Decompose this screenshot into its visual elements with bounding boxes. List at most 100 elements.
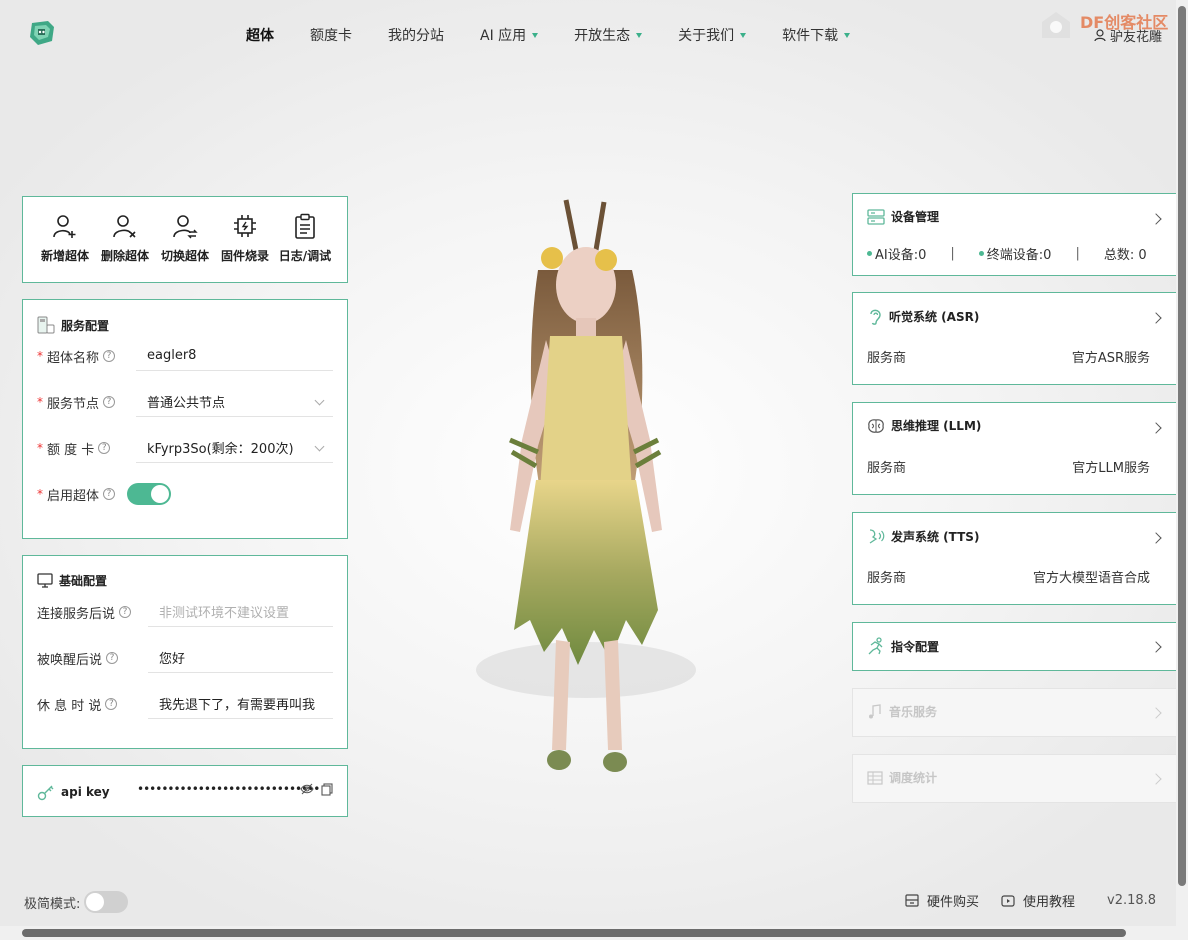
tutorial-link[interactable]: 使用教程 — [1001, 891, 1075, 910]
chevron-right-icon — [1150, 213, 1162, 225]
user-menu[interactable]: 驴友花雕 — [1094, 26, 1162, 45]
dispatch-stats-card: 调度统计 — [852, 754, 1176, 803]
eye-hidden-icon[interactable] — [300, 783, 314, 795]
chevron-right-icon — [1150, 641, 1162, 653]
help-icon[interactable]: ? — [106, 652, 119, 664]
quota-card-field-row: * 额 度 卡? kFyrp3So(剩余：200次) — [37, 433, 333, 463]
api-key-value: •••••••••••••••••••••••••••••• — [137, 782, 320, 796]
chevron-right-icon — [1150, 707, 1162, 719]
monitor-icon — [37, 573, 53, 588]
rest-message-input[interactable]: 我先退下了，有需要再叫我 — [148, 689, 333, 719]
nav-item-open-ecosystem[interactable]: 开放生态 — [574, 25, 643, 45]
switch-chaoti-button[interactable]: 切换超体 — [155, 213, 215, 282]
node-field-row: * 服务节点? 普通公共节点 — [37, 387, 333, 417]
chip-icon — [234, 215, 256, 237]
help-icon[interactable]: ? — [103, 396, 116, 408]
clipboard-icon — [295, 213, 315, 239]
enable-chaoti-toggle[interactable] — [127, 483, 172, 505]
user-switch-icon — [173, 215, 198, 239]
voice-icon — [869, 529, 885, 544]
nav-item-software-download[interactable]: 软件下载 — [782, 25, 851, 45]
minimal-mode: 极简模式: — [24, 891, 129, 913]
log-debug-button[interactable]: 日志/调试 — [275, 213, 335, 282]
user-name: 驴友花雕 — [1110, 30, 1163, 45]
delete-chaoti-button[interactable]: 删除超体 — [95, 213, 155, 282]
caret-down-icon — [740, 32, 747, 38]
help-icon[interactable]: ? — [103, 488, 116, 500]
rest-message-row: 休 息 时 说? 我先退下了，有需要再叫我 — [37, 689, 333, 719]
wake-message-row: 被唤醒后说? 您好 — [37, 643, 333, 673]
chaoti-name-input[interactable]: eagler8 — [136, 341, 333, 371]
wake-message-input[interactable]: 您好 — [148, 643, 333, 673]
server-config-icon — [37, 316, 55, 334]
app-logo[interactable] — [26, 17, 58, 49]
caret-down-icon — [636, 32, 643, 38]
help-icon[interactable]: ? — [103, 350, 116, 362]
name-field-row: * 超体名称? eagler8 — [37, 341, 333, 371]
main-nav: 超体 额度卡 我的分站 AI 应用 开放生态 关于我们 软件下载 — [246, 25, 886, 45]
running-icon — [868, 637, 883, 655]
device-management-card[interactable]: 设备管理 AI设备:0 | 终端设备:0 | 总数: 0 — [852, 193, 1176, 276]
chevron-right-icon — [1150, 312, 1162, 324]
llm-provider-value: 官方LLM服务 — [1072, 461, 1150, 476]
tts-card[interactable]: 发声系统 (TTS) 服务商 官方大模型语音合成 — [852, 512, 1176, 605]
service-node-select[interactable]: 普通公共节点 — [136, 387, 333, 417]
chevron-down-icon — [314, 441, 325, 452]
top-header: 超体 额度卡 我的分站 AI 应用 开放生态 关于我们 软件下载 DF创客社区 … — [0, 0, 1176, 72]
caret-down-icon — [844, 32, 851, 38]
chevron-right-icon — [1150, 422, 1162, 434]
help-icon[interactable]: ? — [98, 442, 111, 454]
table-icon — [867, 770, 883, 785]
add-chaoti-button[interactable]: 新增超体 — [35, 213, 95, 282]
copy-icon[interactable] — [321, 783, 333, 796]
video-icon — [1001, 894, 1015, 907]
chevron-right-icon — [1150, 773, 1162, 785]
user-remove-icon — [113, 215, 136, 238]
quota-card-select[interactable]: kFyrp3So(剩余：200次) — [136, 433, 333, 463]
basic-config-panel: 基础配置 连接服务后说? 非测试环境不建议设置 被唤醒后说? 您好 休 息 时 … — [22, 555, 348, 749]
api-key-title: api key — [37, 783, 110, 801]
basic-config-title: 基础配置 — [37, 572, 107, 589]
command-config-card[interactable]: 指令配置 — [852, 622, 1176, 671]
chevron-down-icon — [314, 395, 325, 406]
llm-card[interactable]: 思维推理 (LLM) 服务商 官方LLM服务 — [852, 402, 1176, 495]
asr-card[interactable]: 听觉系统 (ASR) 服务商 官方ASR服务 — [852, 292, 1176, 385]
cart-icon — [905, 894, 919, 907]
avatar-3d-model[interactable] — [426, 190, 746, 800]
status-dot — [978, 251, 984, 256]
horizontal-scrollbar[interactable] — [0, 926, 1176, 940]
scrollbar-thumb[interactable] — [1178, 6, 1186, 886]
service-config-title: 服务配置 — [37, 316, 109, 334]
device-stats: AI设备:0 | 终端设备:0 | 总数: 0 — [867, 244, 1147, 263]
server-icon — [867, 208, 885, 225]
quick-actions-panel: 新增超体 删除超体 切换超体 固件烧录 日志/调试 — [22, 196, 348, 283]
nav-item-quota-card[interactable]: 额度卡 — [310, 25, 352, 45]
brain-icon — [868, 418, 884, 433]
firmware-flash-button[interactable]: 固件烧录 — [215, 213, 275, 282]
chevron-right-icon — [1150, 532, 1162, 544]
connect-message-input[interactable]: 非测试环境不建议设置 — [148, 597, 333, 627]
nav-item-ai-apps[interactable]: AI 应用 — [480, 25, 539, 45]
ear-icon — [870, 309, 881, 325]
nav-item-about-us[interactable]: 关于我们 — [678, 25, 747, 45]
help-icon[interactable]: ? — [105, 698, 118, 710]
enable-field-row: * 启用超体? — [37, 479, 333, 509]
service-config-panel: 服务配置 * 超体名称? eagler8 * 服务节点? 普通公共节点 * 额 度 卡… — [22, 299, 348, 539]
api-key-panel: api key •••••••••••••••••••••••••••••• — [22, 765, 348, 817]
tts-provider-value: 官方大模型语音合成 — [1032, 571, 1150, 586]
nav-item-chaoti[interactable]: 超体 — [246, 25, 274, 45]
user-icon — [1094, 29, 1106, 42]
footer-links: 硬件购买 使用教程 v2.18.8 — [905, 891, 1156, 910]
caret-down-icon — [532, 32, 539, 38]
vertical-scrollbar[interactable] — [1176, 0, 1188, 940]
scrollbar-thumb[interactable] — [22, 929, 1126, 937]
nav-item-my-substation[interactable]: 我的分站 — [388, 25, 444, 45]
music-service-card: 音乐服务 — [852, 688, 1176, 737]
hardware-purchase-link[interactable]: 硬件购买 — [905, 891, 979, 910]
help-icon[interactable]: ? — [119, 606, 132, 618]
asr-provider-value: 官方ASR服务 — [1071, 351, 1150, 366]
music-note-icon — [869, 703, 881, 718]
minimal-mode-toggle[interactable] — [84, 891, 129, 913]
key-icon — [37, 785, 54, 801]
status-dot — [867, 251, 872, 256]
